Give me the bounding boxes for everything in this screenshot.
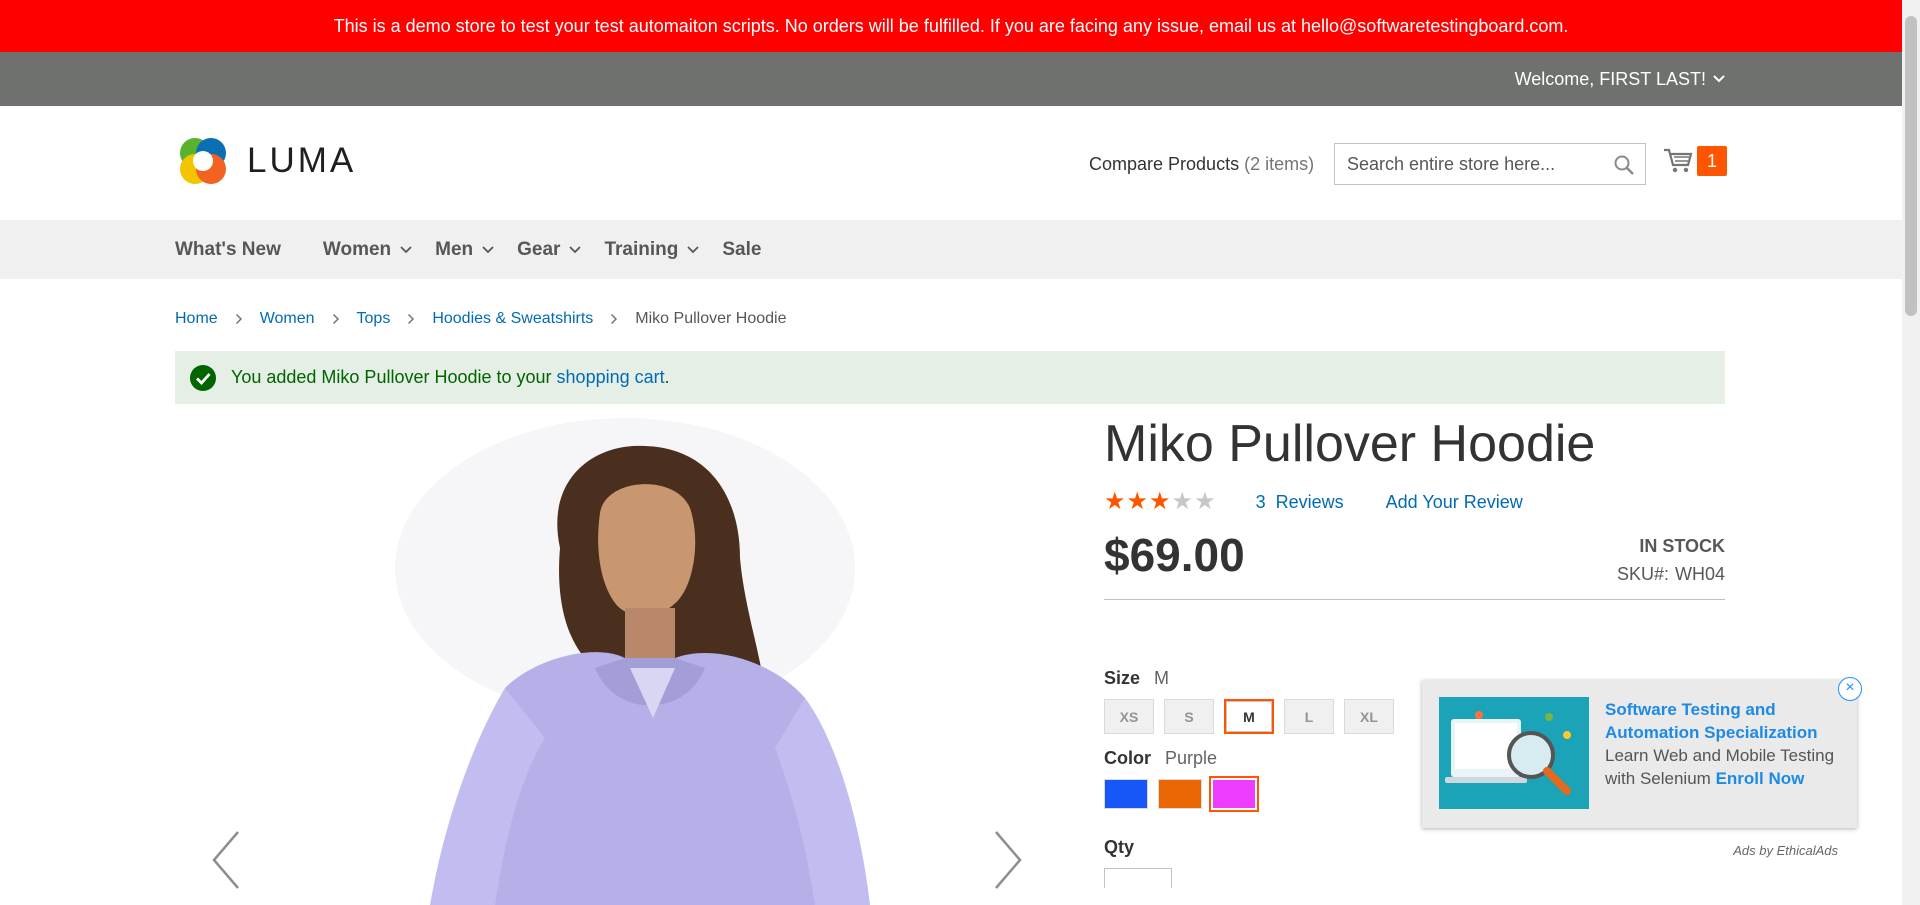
star-filled-icon: ★ [1104,488,1126,515]
stock-status: In stock [1639,536,1725,556]
success-message: You added Miko Pullover Hoodie to your s… [175,351,1725,404]
nav-item-label: Training [604,238,679,260]
product-sku: SKU#: WH04 [1617,564,1725,585]
success-text-prefix: You added Miko Pullover Hoodie to your [231,367,557,387]
nav-item-gear[interactable]: Gear [517,220,582,279]
sku-value: WH04 [1674,564,1725,584]
color-selected-value: Purple [1165,748,1218,768]
product-price: $69.00 [1104,529,1245,581]
color-swatch-orange[interactable] [1158,779,1202,809]
ads-by-ethicalads[interactable]: Ads by EthicalAds [1733,843,1838,858]
chevron-right-icon [407,313,415,325]
star-empty-icon: ★ [1171,488,1194,515]
compare-label: Compare Products [1089,154,1240,174]
add-review-link[interactable]: Add Your Review [1386,492,1523,513]
qty-label: Qty [1104,837,1135,857]
page-scrollbar[interactable] [1902,0,1920,905]
success-text-suffix: . [664,367,670,387]
size-swatch-xs[interactable]: XS [1104,699,1154,734]
chevron-right-icon [235,313,243,325]
luma-logo-icon [180,138,226,184]
nav-item-men[interactable]: Men [435,220,495,279]
shopping-cart-link[interactable]: shopping cart [557,367,665,387]
compare-count: (2 items) [1244,154,1315,174]
customer-menu-toggle[interactable]: Welcome, FIRST LAST! [1515,52,1726,106]
breadcrumb-link[interactable]: Hoodies & Sweatshirts [432,310,593,328]
star-filled-icon: ★ [1149,488,1171,515]
chevron-right-icon [332,313,340,325]
minicart-button[interactable]: 1 [1663,146,1727,176]
reviews-label: Reviews [1275,491,1344,512]
nav-item-training[interactable]: Training [604,220,700,279]
size-swatch-xl[interactable]: XL [1344,699,1394,734]
success-text: You added Miko Pullover Hoodie to your s… [231,367,670,388]
scrollbar-thumb[interactable] [1905,16,1917,316]
store-logo[interactable]: LUMA [175,133,356,189]
nav-item-label: Sale [722,238,762,260]
qty-input[interactable] [1104,868,1172,888]
color-label: Color [1104,748,1151,768]
breadcrumb: Home Women Tops Hoodies & Sweatshirts Miko P… [175,310,786,328]
breadcrumb-link[interactable]: Home [175,310,218,328]
chevron-right-icon [610,313,618,325]
color-swatch-purple[interactable] [1209,776,1259,812]
ad-enroll-link[interactable]: Enroll Now [1716,769,1805,788]
close-icon[interactable]: × [1838,677,1862,701]
qty-option: Qty [1104,837,1725,888]
size-swatch-m[interactable]: M [1224,699,1274,734]
size-label: Size [1104,668,1141,688]
size-swatch-l[interactable]: L [1284,699,1334,734]
ad-title-link[interactable]: Software Testing and Automation Speciali… [1605,698,1841,744]
nav-item-label: What's New [175,238,281,260]
star-empty-icon: ★ [1194,488,1216,515]
cart-count-badge: 1 [1697,146,1727,176]
rating-stars: ★ ★ ★ ★ ★ [1104,490,1216,514]
product-title: Miko Pullover Hoodie [1104,415,1596,473]
ad-text: Software Testing and Automation Speciali… [1605,698,1841,790]
reviews-count: 3 [1255,491,1266,512]
nav-item-label: Gear [517,238,561,260]
nav-item-women[interactable]: Women [323,220,413,279]
nav-item-label: Women [322,238,392,260]
size-selected-value: M [1154,668,1170,688]
chevron-down-icon [482,245,494,253]
color-swatch-blue[interactable] [1104,779,1148,809]
search-box [1334,143,1646,185]
welcome-text: Welcome, FIRST LAST! [1514,68,1706,89]
cart-icon [1664,148,1693,173]
nav-item-sale[interactable]: Sale [722,220,761,279]
breadcrumb-link[interactable]: Tops [357,310,391,328]
breadcrumb-current: Miko Pullover Hoodie [635,310,787,327]
chevron-down-icon [1713,75,1725,83]
search-input[interactable] [1335,144,1645,184]
main-navigation: What's New Women Men Gear Training Sale [0,220,1902,279]
reviews-link[interactable]: 3 Reviews [1256,492,1344,513]
sku-label: SKU#: [1616,564,1669,584]
demo-notice-bar: This is a demo store to test your test a… [0,0,1902,52]
star-filled-icon: ★ [1126,488,1149,515]
gallery-next-arrow-icon[interactable] [990,828,1026,892]
demo-notice-text: This is a demo store to test your test a… [333,15,1569,36]
gallery-prev-arrow-icon[interactable] [208,828,244,892]
ad-image[interactable] [1439,697,1589,809]
page-header: LUMA Compare Products (2 items) 1 [0,106,1902,220]
chevron-down-icon [569,245,582,253]
chevron-down-icon [687,245,699,253]
sponsored-ad: × Software Testing and Automation Specia… [1422,677,1862,828]
search-icon[interactable] [1613,154,1635,176]
chevron-down-icon [400,245,412,253]
product-gallery [175,418,1045,905]
nav-item-label: Men [435,238,474,260]
size-swatch-s[interactable]: S [1164,699,1214,734]
logo-text: LUMA [247,141,357,180]
rating-summary: ★ ★ ★ ★ ★ 3 Reviews Add Your Review [1104,490,1725,514]
top-bar: Welcome, FIRST LAST! [0,52,1902,106]
nav-item-what-s-new[interactable]: What's New [175,220,281,279]
product-image[interactable] [175,418,1045,905]
compare-products-link[interactable]: Compare Products (2 items) [1089,154,1314,175]
checkmark-icon [190,364,216,391]
breadcrumb-link[interactable]: Women [260,310,315,328]
price-stock-row: $69.00 In stock SKU#: WH04 [1104,522,1725,600]
